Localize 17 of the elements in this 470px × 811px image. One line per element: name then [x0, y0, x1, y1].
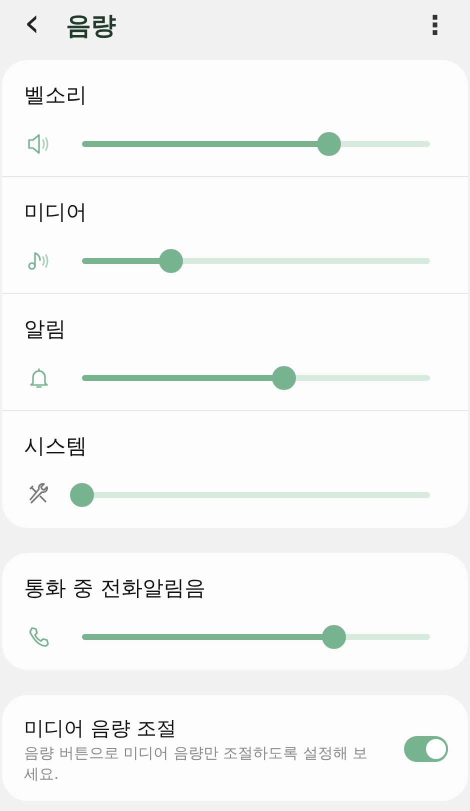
volume-label: 통화 중 전화알림음	[24, 575, 206, 602]
volume-label: 벨소리	[24, 82, 88, 109]
volume-label: 시스템	[24, 433, 88, 460]
slider-thumb[interactable]	[317, 132, 342, 156]
slider-thumb[interactable]	[322, 625, 346, 649]
toggle-switch[interactable]	[404, 736, 448, 762]
more-menu-button[interactable]: ⋮	[418, 6, 452, 46]
volume-slider[interactable]	[70, 483, 430, 507]
volume-label: 알림	[24, 316, 67, 343]
volume-label: 미디어	[24, 199, 88, 226]
setting-title: 미디어 음량 조절	[24, 715, 178, 742]
slider-thumb[interactable]	[159, 249, 184, 273]
slider-thumb[interactable]	[272, 366, 296, 390]
slider-thumb[interactable]	[70, 483, 94, 507]
back-button[interactable]: ‹	[20, 3, 44, 43]
page-title: 음량	[66, 10, 116, 42]
setting-description: 음량 버튼으로 미디어 음량만 조절하도록 설정해 보세요.	[24, 743, 369, 785]
